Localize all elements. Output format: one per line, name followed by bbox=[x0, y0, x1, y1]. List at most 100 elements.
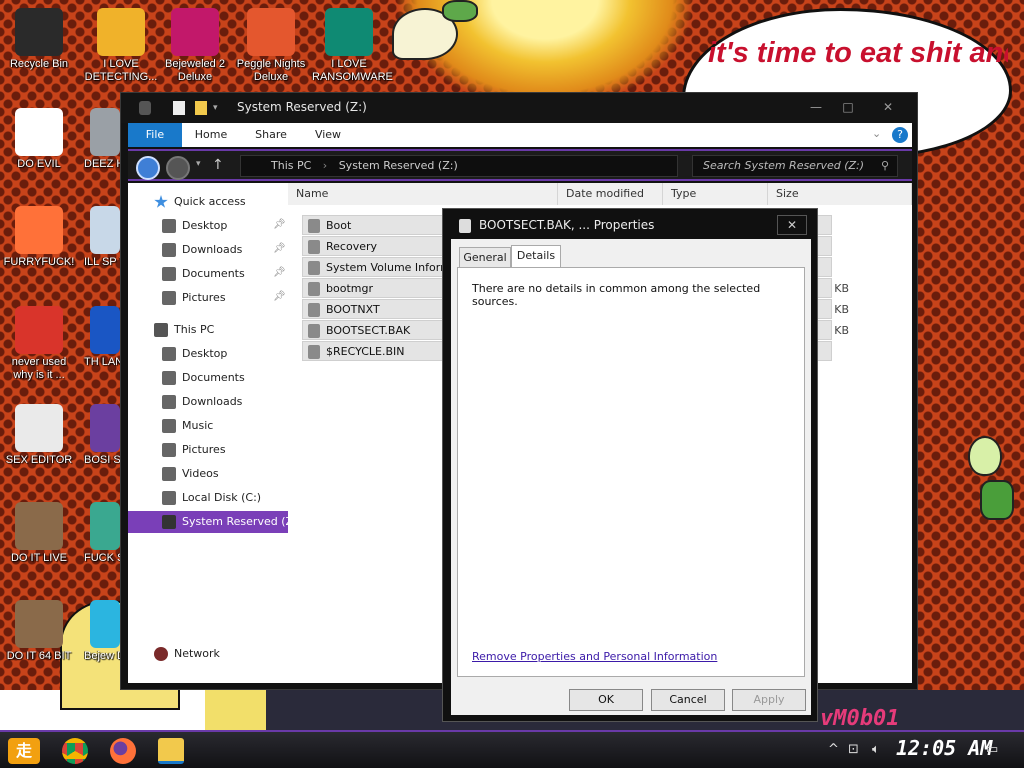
desktop-icon-label: DO IT LIVE bbox=[10, 552, 68, 564]
desktop-icon[interactable]: ILL SP YO bbox=[84, 206, 120, 269]
desktop-icon[interactable]: Bejew Del bbox=[84, 600, 120, 663]
close-button[interactable]: ✕ bbox=[873, 97, 903, 117]
nav-quick-access[interactable]: Quick access bbox=[154, 191, 246, 213]
desktop-icon-label: never used why is it ... bbox=[11, 356, 67, 381]
recent-locations-icon[interactable]: ▾ bbox=[196, 159, 201, 169]
folder-icon bbox=[162, 515, 176, 529]
desktop-icon-label: ILL SP YO bbox=[84, 256, 120, 268]
desktop-icon[interactable]: DO EVIL bbox=[2, 108, 76, 171]
wallpaper-character-right bbox=[962, 432, 1022, 522]
search-input[interactable]: Search System Reserved (Z:) ⚲ bbox=[692, 155, 898, 177]
help-icon[interactable]: ? bbox=[892, 127, 908, 143]
detect-it-easy-icon bbox=[97, 8, 145, 56]
pin-icon[interactable]: 📌︎ bbox=[273, 291, 286, 302]
file-size: KB bbox=[834, 303, 849, 316]
breadcrumb-system-reserved[interactable]: System Reserved (Z:) bbox=[339, 159, 458, 172]
folder-icon bbox=[162, 467, 176, 481]
column-header-name[interactable]: Name bbox=[288, 183, 558, 205]
properties-quick-icon[interactable] bbox=[173, 101, 185, 115]
minimize-button[interactable]: — bbox=[801, 97, 831, 117]
network-tray-icon[interactable]: ⊡ bbox=[848, 742, 859, 757]
search-icon: ⚲ bbox=[880, 159, 889, 172]
properties-dialog[interactable]: BOOTSECT.BAK, ... Properties ✕ General D… bbox=[442, 208, 818, 722]
ribbon-tab-home[interactable]: Home bbox=[190, 123, 232, 147]
column-header-size[interactable]: Size bbox=[768, 183, 912, 205]
column-header-date[interactable]: Date modified bbox=[558, 183, 663, 205]
ribbon-tab-share[interactable]: Share bbox=[250, 123, 292, 147]
nav-pc-item[interactable]: Desktop bbox=[162, 343, 227, 365]
clock[interactable]: 12:05 AM bbox=[896, 736, 992, 760]
tab-general[interactable]: General bbox=[459, 247, 511, 269]
folder-icon bbox=[162, 395, 176, 409]
volume-icon[interactable]: 🔈︎ bbox=[872, 742, 880, 757]
breadcrumb-this-pc[interactable]: This PC bbox=[271, 159, 311, 172]
desktop-icon[interactable]: FURRYFUCK! bbox=[2, 206, 76, 269]
desktop-icon[interactable]: DEEZ HAH G bbox=[84, 108, 120, 171]
nav-pc-item[interactable]: Downloads bbox=[162, 391, 242, 413]
desktop-icon[interactable]: Peggle Nights Deluxe bbox=[234, 8, 308, 84]
desktop-icon[interactable]: DO IT LIVE bbox=[2, 502, 76, 565]
desktop-icon[interactable]: SEX EDITOR bbox=[2, 404, 76, 467]
desktop-icon[interactable]: I LOVE RANSOMWARE bbox=[312, 8, 393, 84]
chrome-icon[interactable] bbox=[62, 738, 88, 764]
nav-quick-item[interactable]: Documents bbox=[162, 263, 245, 285]
file-explorer-icon[interactable] bbox=[158, 738, 184, 764]
show-hidden-icons-icon[interactable]: ^ bbox=[828, 742, 839, 757]
nav-pc-item[interactable]: Local Disk (C:) bbox=[162, 487, 261, 509]
ok-button[interactable]: OK bbox=[569, 689, 643, 711]
file-size: KB bbox=[834, 324, 849, 337]
wallpaper-sign: vM0b01 bbox=[820, 706, 900, 731]
ribbon-tab-view[interactable]: View bbox=[308, 123, 348, 147]
file-name: BOOTNXT bbox=[326, 303, 380, 316]
desktop-icon[interactable]: BOSI SIMUL bbox=[84, 404, 120, 467]
ribbon-tab-file[interactable]: File bbox=[128, 123, 182, 147]
drive-icon bbox=[139, 101, 151, 115]
details-panel: There are no details in common among the… bbox=[457, 267, 805, 677]
pin-icon[interactable]: 📌︎ bbox=[273, 243, 286, 254]
chevron-down-icon[interactable]: ▾ bbox=[213, 101, 223, 115]
nav-this-pc[interactable]: This PC bbox=[154, 319, 214, 341]
remove-properties-link[interactable]: Remove Properties and Personal Informati… bbox=[472, 650, 717, 663]
desktop-icon[interactable]: never used why is it ... bbox=[2, 306, 76, 382]
nav-quick-item[interactable]: Downloads bbox=[162, 239, 242, 261]
nav-pc-item[interactable]: Music bbox=[162, 415, 213, 437]
expand-ribbon-icon[interactable]: ⌄ bbox=[872, 127, 881, 140]
desktop-icon-label: DO IT 64 BIT bbox=[6, 650, 72, 662]
apply-button[interactable]: Apply bbox=[732, 689, 806, 711]
desktop-icon[interactable]: DO IT 64 BIT bbox=[2, 600, 76, 663]
nav-pc-item-selected[interactable]: System Reserved (Z:) bbox=[128, 511, 301, 533]
firefox-icon bbox=[15, 206, 63, 254]
new-folder-quick-icon[interactable] bbox=[195, 101, 207, 115]
pin-icon[interactable]: 📌︎ bbox=[273, 219, 286, 230]
up-arrow-icon[interactable]: ↑ bbox=[212, 157, 224, 173]
tab-details[interactable]: Details bbox=[511, 245, 561, 269]
pin-icon[interactable]: 📌︎ bbox=[273, 267, 286, 278]
desktop-icon[interactable]: I LOVE DETECTING... bbox=[84, 8, 158, 84]
nav-pc-item[interactable]: Videos bbox=[162, 463, 219, 485]
folder-icon bbox=[162, 219, 176, 233]
nav-network[interactable]: Network bbox=[154, 643, 220, 665]
column-header-type[interactable]: Type bbox=[663, 183, 768, 205]
back-button[interactable] bbox=[136, 156, 160, 180]
maximize-button[interactable]: □ bbox=[833, 97, 863, 117]
desktop-icon[interactable]: FUCK S ELV bbox=[84, 502, 120, 565]
notifications-icon[interactable]: ▭ bbox=[986, 742, 998, 757]
desktop-icon-label: Bejew Del bbox=[84, 650, 120, 662]
dialog-close-button[interactable]: ✕ bbox=[777, 215, 807, 235]
explorer-title-bar[interactable]: ▾ System Reserved (Z:) — □ ✕ bbox=[121, 93, 917, 123]
breadcrumb-separator-icon: › bbox=[322, 159, 328, 172]
nav-pc-item[interactable]: Documents bbox=[162, 367, 245, 389]
folder-icon bbox=[162, 291, 176, 305]
start-button[interactable]: 走 bbox=[8, 738, 40, 764]
nav-quick-item[interactable]: Desktop bbox=[162, 215, 227, 237]
star-icon bbox=[154, 195, 168, 208]
desktop-icon[interactable]: TH LANGUA bbox=[84, 306, 120, 369]
forward-button[interactable] bbox=[166, 156, 190, 180]
firefox-icon[interactable] bbox=[110, 738, 136, 764]
nav-quick-item[interactable]: Pictures bbox=[162, 287, 226, 309]
cancel-button[interactable]: Cancel bbox=[651, 689, 725, 711]
nav-pc-item[interactable]: Pictures bbox=[162, 439, 226, 461]
desktop-icon[interactable]: Bejeweled 2 Deluxe bbox=[158, 8, 232, 84]
desktop-icon[interactable]: Recycle Bin bbox=[2, 8, 76, 71]
address-field[interactable]: This PC › System Reserved (Z:) bbox=[240, 155, 678, 177]
